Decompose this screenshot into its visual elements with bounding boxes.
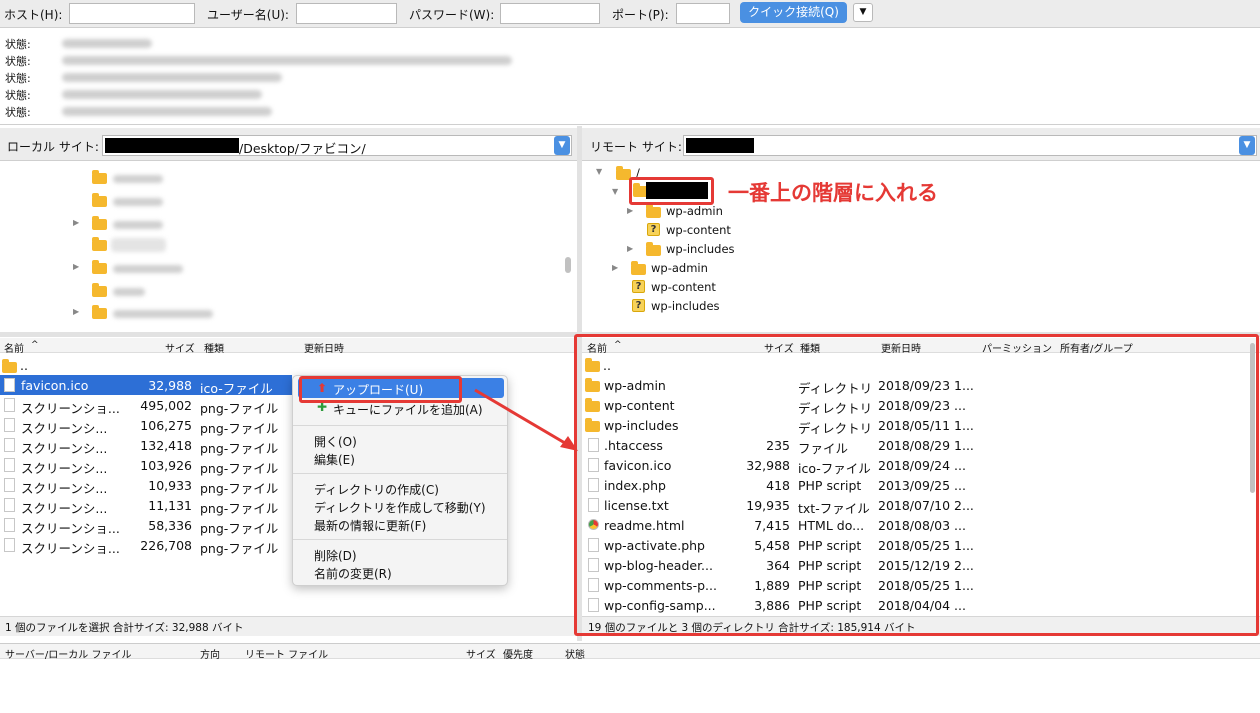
queue-column-direction[interactable]: 方向	[200, 646, 220, 661]
queue-column-priority[interactable]: 優先度	[503, 646, 533, 661]
queue-column-remote[interactable]: リモート ファイル	[245, 646, 328, 661]
queue-header: サーバー/ローカル ファイル 方向 リモート ファイル サイズ 優先度 状態	[0, 643, 1260, 661]
annotation-arrow	[474, 388, 578, 451]
annotation-arrow-line	[474, 388, 571, 448]
annotation-arrow-head	[560, 436, 578, 451]
queue-column-status[interactable]: 状態	[565, 646, 585, 661]
queue-column-size[interactable]: サイズ	[466, 646, 496, 661]
queue-list	[0, 660, 1260, 713]
queue-column-local[interactable]: サーバー/ローカル ファイル	[5, 646, 131, 661]
